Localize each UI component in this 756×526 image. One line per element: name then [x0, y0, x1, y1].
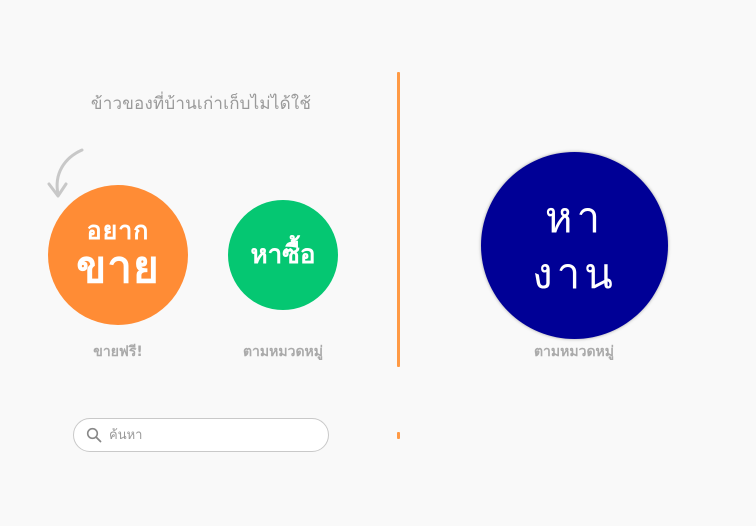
divider-dot: [397, 432, 400, 439]
sell-button[interactable]: อยาก ขาย: [48, 185, 188, 325]
search-input[interactable]: [107, 426, 321, 444]
sell-button-label-small: อยาก: [86, 216, 150, 245]
curved-arrow-icon: [47, 148, 84, 198]
vertical-divider: [397, 72, 400, 367]
sell-button-label-big: ขาย: [76, 242, 160, 293]
search-icon: [86, 427, 102, 443]
find-job-label-line1: หา: [544, 192, 605, 242]
buy-caption: ตามหมวดหมู่: [242, 344, 324, 360]
tagline: ข้าวของที่บ้านเก่าเก็บไม่ได้ใช้: [90, 94, 312, 114]
find-job-button[interactable]: หา งาน: [481, 152, 668, 339]
find-job-label-line2: งาน: [532, 248, 617, 298]
search-box[interactable]: [73, 418, 329, 452]
sell-caption: ขายฟรี!: [93, 344, 143, 360]
buy-button-label: หาซื้อ: [250, 240, 316, 270]
buy-button[interactable]: หาซื้อ: [228, 200, 338, 310]
job-caption: ตามหมวดหมู่: [533, 344, 615, 360]
